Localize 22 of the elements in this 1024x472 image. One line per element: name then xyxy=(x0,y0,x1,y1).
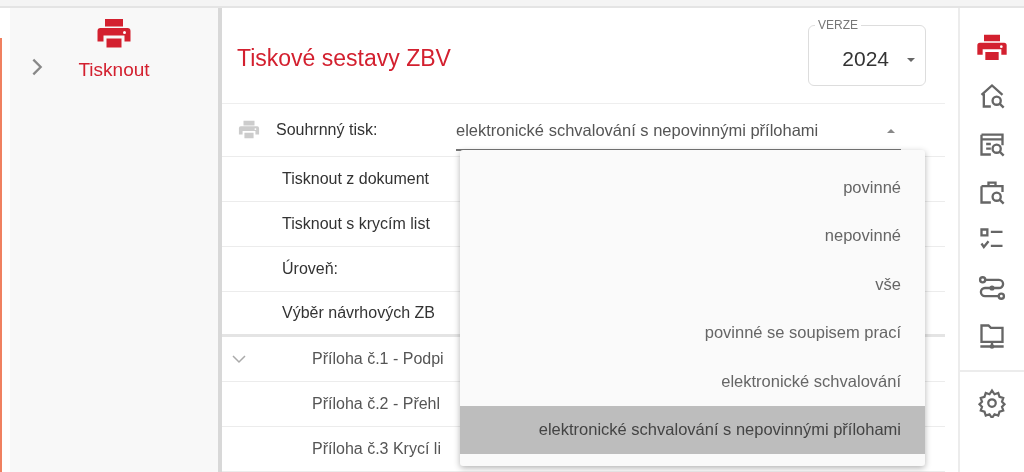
version-select[interactable]: VERZE 2024 xyxy=(808,17,926,86)
attachment-label: Příloha č.2 - Přehl xyxy=(312,394,441,414)
field-label: Tisknout s krycím list xyxy=(282,214,430,234)
attachment-label: Příloha č.1 - Podpi xyxy=(312,349,444,369)
field-label: Souhrnný tisk: xyxy=(276,120,379,140)
attachment-label: Příloha č.3 Krycí li xyxy=(312,439,441,459)
dropdown-option[interactable]: povinné xyxy=(460,163,925,212)
dropdown-option[interactable]: elektronické schvalování s nepovinnými přílohami xyxy=(460,405,925,454)
dropdown-option[interactable]: vše xyxy=(460,260,925,309)
page-title: Tiskové sestavy ZBV xyxy=(237,44,451,73)
field-label: Úroveň: xyxy=(282,258,339,279)
field-label: Tisknout z dokument xyxy=(282,169,430,189)
dropdown-option[interactable]: nepovinné xyxy=(460,211,925,260)
field-label: Výběr návrhových ZB xyxy=(282,303,435,323)
route-icon[interactable] xyxy=(978,274,1006,302)
dropdown-option[interactable]: povinné se soupisem prací xyxy=(460,308,925,357)
home-search-icon[interactable] xyxy=(978,82,1006,110)
network-folder-icon[interactable] xyxy=(978,322,1006,350)
field-label: VERZE xyxy=(817,17,859,33)
dropdown-option[interactable]: elektronické schvalování xyxy=(460,357,925,406)
settings-icon[interactable] xyxy=(977,388,1007,418)
printer-icon xyxy=(238,119,260,141)
